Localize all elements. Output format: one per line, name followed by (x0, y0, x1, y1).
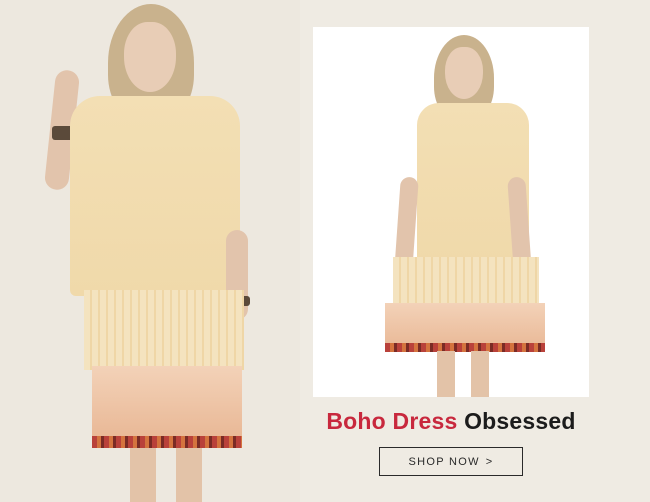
model-photo-card[interactable] (313, 27, 589, 397)
shop-now-button[interactable]: SHOP NOW > (379, 447, 523, 476)
headline-rest: Obsessed (464, 408, 576, 434)
headline: Boho Dress Obsessed (313, 408, 589, 435)
model-figure-small (313, 27, 589, 397)
headline-accent: Boho Dress (326, 408, 458, 434)
model-figure (0, 0, 300, 502)
chevron-right-icon: > (485, 455, 494, 468)
shop-now-label: SHOP NOW (408, 455, 480, 468)
promo-banner: Boho Dress Obsessed SHOP NOW > (0, 0, 650, 502)
model-photo-large[interactable] (0, 0, 300, 502)
